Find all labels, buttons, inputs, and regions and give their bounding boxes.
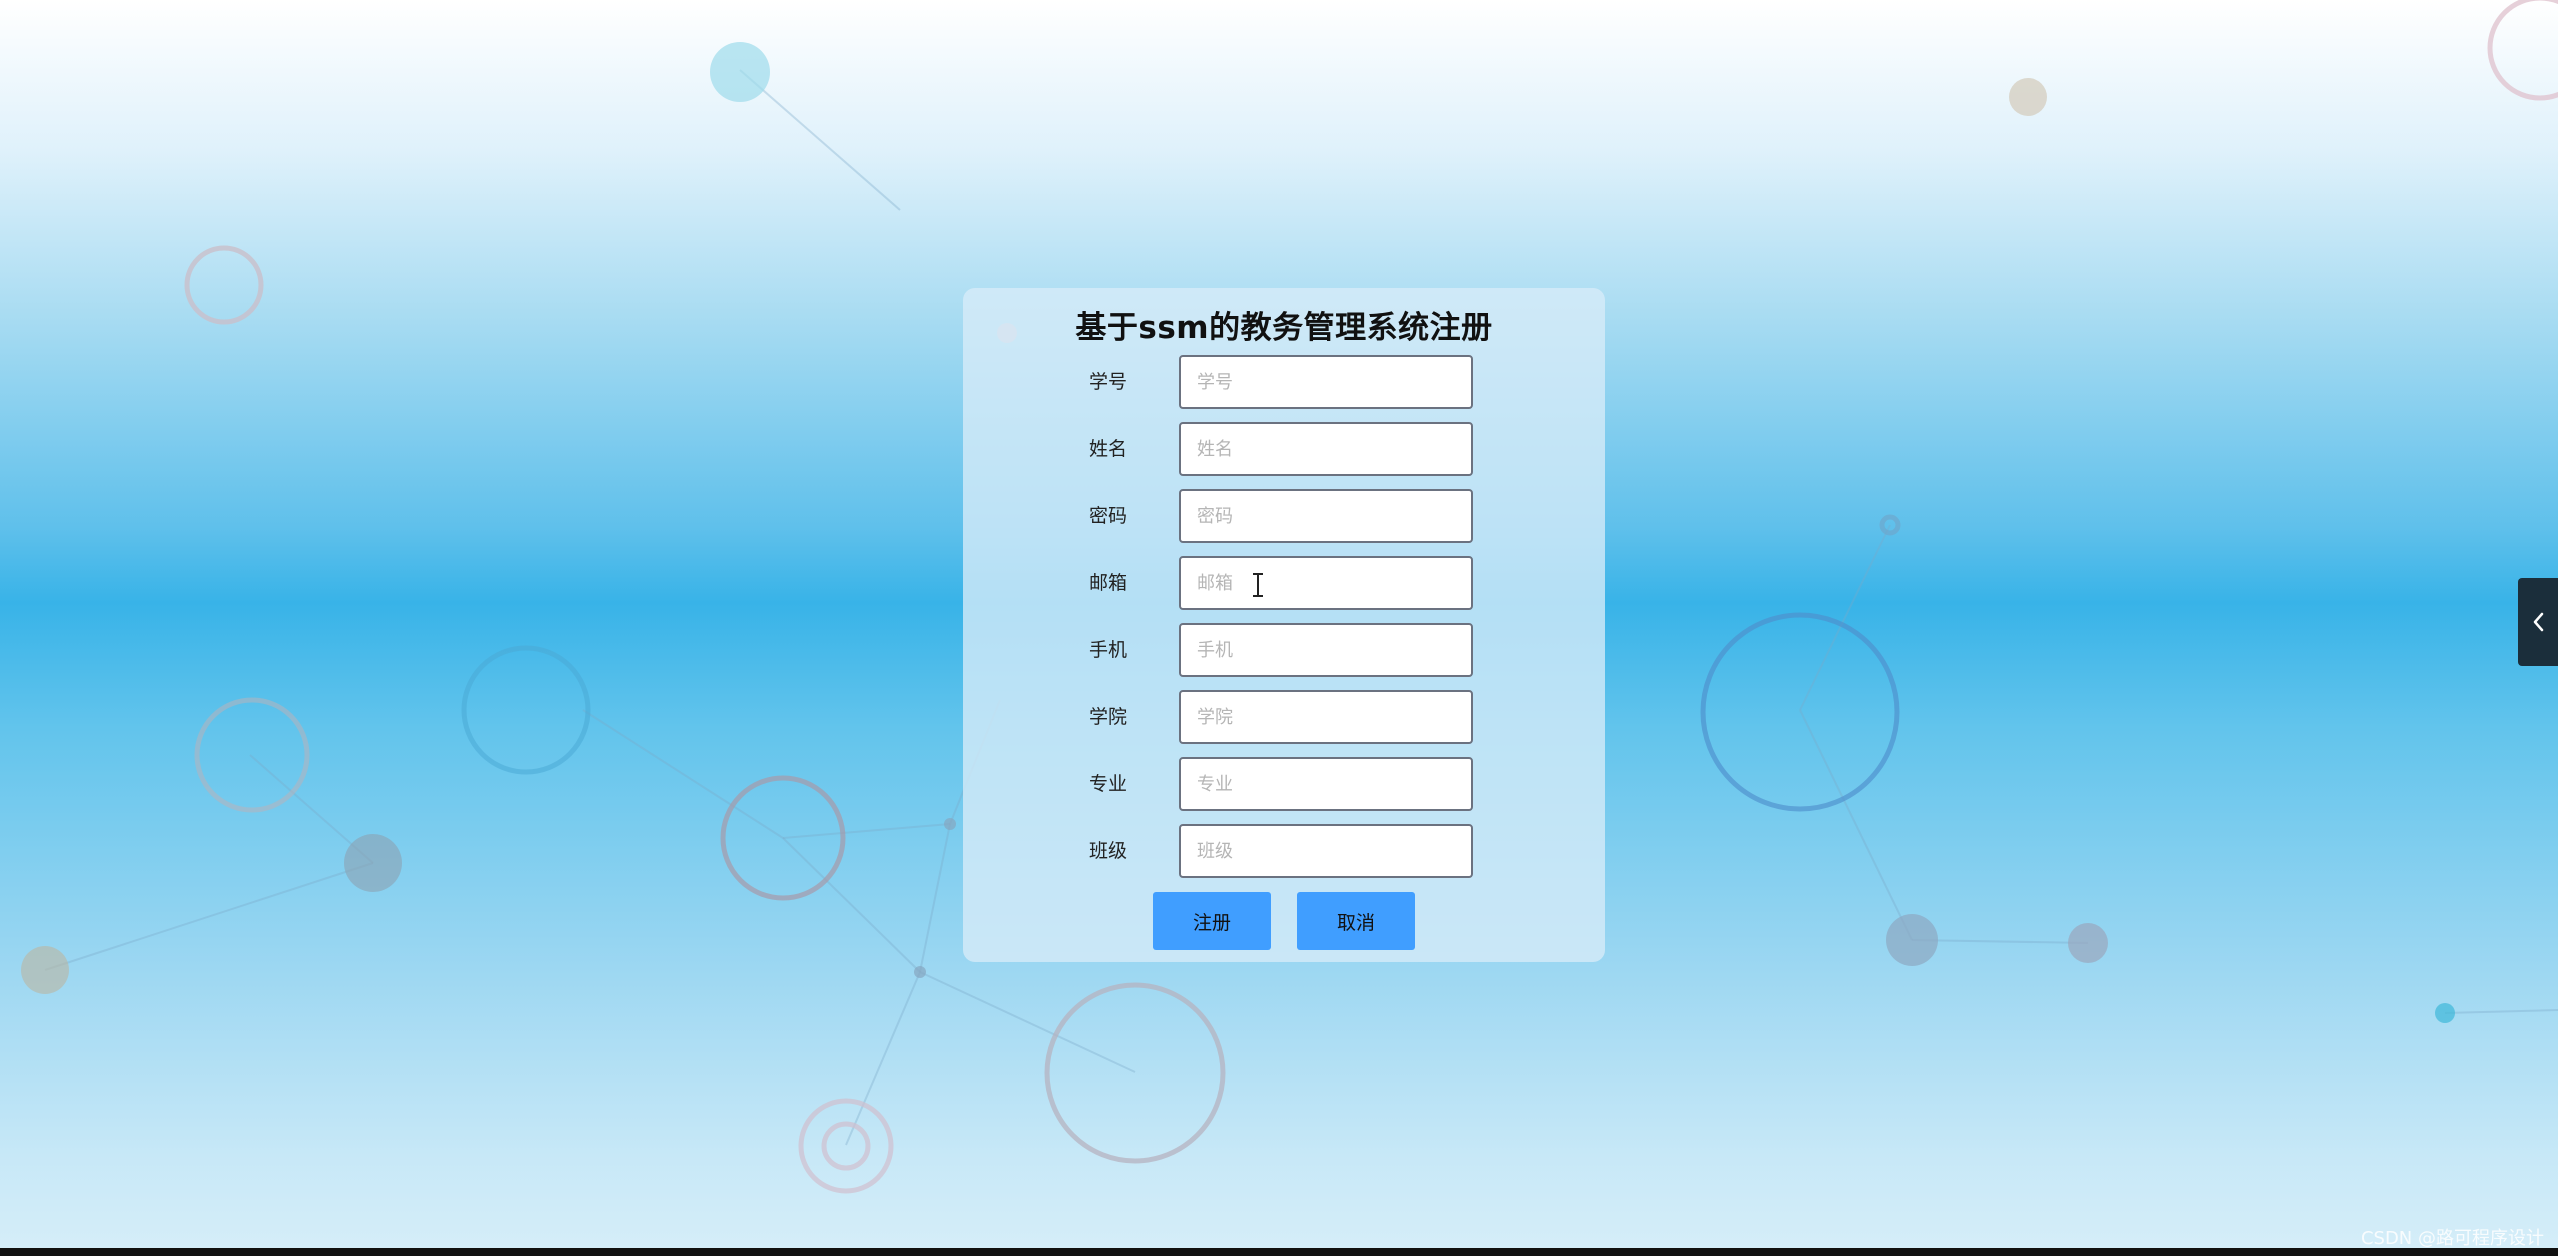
class-input[interactable] — [1179, 824, 1473, 878]
college-label: 学院 — [1088, 706, 1127, 728]
bottom-bar — [0, 1248, 2558, 1256]
watermark-text: CSDN @路可程序设计 — [2360, 1228, 2544, 1249]
email-label: 邮箱 — [1088, 572, 1127, 594]
cancel-button[interactable]: 取消 — [1297, 892, 1415, 950]
class-label: 班级 — [1088, 840, 1127, 862]
page-background: 基于ssm的教务管理系统注册 学号 姓名 密码 邮箱 手机 学院 专业 — [0, 0, 2558, 1256]
major-label: 专业 — [1088, 773, 1127, 795]
form-row-class: 班级 — [963, 824, 1605, 878]
register-panel: 基于ssm的教务管理系统注册 学号 姓名 密码 邮箱 手机 学院 专业 — [963, 288, 1605, 962]
student-id-input[interactable] — [1179, 355, 1473, 409]
form-row-college: 学院 — [963, 690, 1605, 744]
register-button[interactable]: 注册 — [1153, 892, 1271, 950]
phone-input[interactable] — [1179, 623, 1473, 677]
form-row-student-id: 学号 — [963, 355, 1605, 409]
form-row-email: 邮箱 — [963, 556, 1605, 610]
form-title: 基于ssm的教务管理系统注册 — [1075, 310, 1493, 346]
side-panel-toggle[interactable] — [2518, 578, 2558, 666]
name-label: 姓名 — [1088, 438, 1127, 460]
form-row-major: 专业 — [963, 757, 1605, 811]
form-row-name: 姓名 — [963, 422, 1605, 476]
major-input[interactable] — [1179, 757, 1473, 811]
password-input[interactable] — [1179, 489, 1473, 543]
name-input[interactable] — [1179, 422, 1473, 476]
college-input[interactable] — [1179, 690, 1473, 744]
chevron-left-icon — [2533, 612, 2544, 632]
form-row-phone: 手机 — [963, 623, 1605, 677]
student-id-label: 学号 — [1088, 371, 1127, 393]
email-input[interactable] — [1179, 556, 1473, 610]
password-label: 密码 — [1088, 505, 1127, 527]
phone-label: 手机 — [1088, 639, 1127, 661]
form-row-password: 密码 — [963, 489, 1605, 543]
